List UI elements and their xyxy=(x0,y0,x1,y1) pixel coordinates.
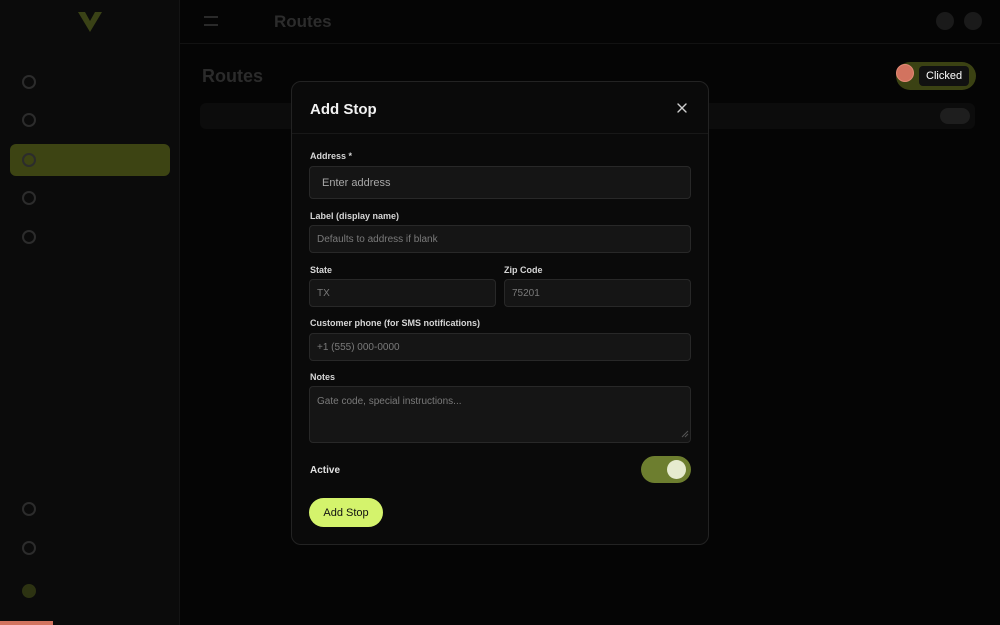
sidebar-item-routes[interactable] xyxy=(10,144,170,176)
notification-icon[interactable] xyxy=(936,12,954,30)
click-label: Clicked xyxy=(919,66,970,86)
sidebar-item-users[interactable] xyxy=(10,182,170,214)
active-label: Active xyxy=(310,465,341,476)
click-indicator xyxy=(896,64,914,82)
sidebar-item-settings[interactable] xyxy=(10,532,170,564)
notes-textarea[interactable] xyxy=(309,386,691,443)
sidebar xyxy=(0,0,180,625)
home-icon xyxy=(22,75,36,89)
topbar-title: Routes xyxy=(274,12,332,31)
truck-icon xyxy=(22,113,36,127)
route-icon xyxy=(22,153,36,167)
zip-label: Zip Code xyxy=(504,265,543,275)
toggle-knob xyxy=(667,460,686,479)
sidebar-item-dispatch[interactable] xyxy=(10,104,170,136)
gear-icon xyxy=(22,541,36,555)
active-toggle[interactable] xyxy=(641,456,691,483)
sidebar-item-schedule[interactable] xyxy=(10,221,170,253)
state-input[interactable] xyxy=(309,279,496,307)
logo-icon xyxy=(78,12,102,32)
sidebar-item-profile[interactable] xyxy=(10,575,170,607)
state-label: State xyxy=(310,265,333,275)
user-menu-icon[interactable] xyxy=(964,12,982,30)
zip-input[interactable] xyxy=(504,279,691,307)
close-icon[interactable] xyxy=(674,100,690,116)
filter-toggle[interactable] xyxy=(940,108,970,124)
page-title: Routes xyxy=(202,66,264,86)
modal-header: Add Stop xyxy=(292,82,708,134)
display-name-input[interactable] xyxy=(309,225,691,253)
resize-grip-icon[interactable] xyxy=(681,430,689,438)
topbar: Routes xyxy=(180,0,1000,44)
avatar xyxy=(22,584,36,598)
add-stop-modal: Add Stop Address * Label (display name) … xyxy=(291,81,709,545)
menu-icon[interactable] xyxy=(204,16,218,26)
phone-label: Customer phone (for SMS notifications) xyxy=(310,318,480,328)
modal-title: Add Stop xyxy=(310,101,377,118)
sidebar-item-help[interactable] xyxy=(10,493,170,525)
notes-label: Notes xyxy=(310,372,336,382)
calendar-icon xyxy=(22,230,36,244)
address-label: Address * xyxy=(310,151,353,161)
progress-strip xyxy=(0,621,53,625)
help-icon xyxy=(22,502,36,516)
user-icon xyxy=(22,191,36,205)
phone-input[interactable] xyxy=(309,333,691,361)
display-name-label: Label (display name) xyxy=(310,211,400,221)
address-input[interactable] xyxy=(309,166,691,199)
sidebar-item-home[interactable] xyxy=(10,66,170,98)
add-stop-button[interactable]: Add Stop xyxy=(309,498,383,527)
